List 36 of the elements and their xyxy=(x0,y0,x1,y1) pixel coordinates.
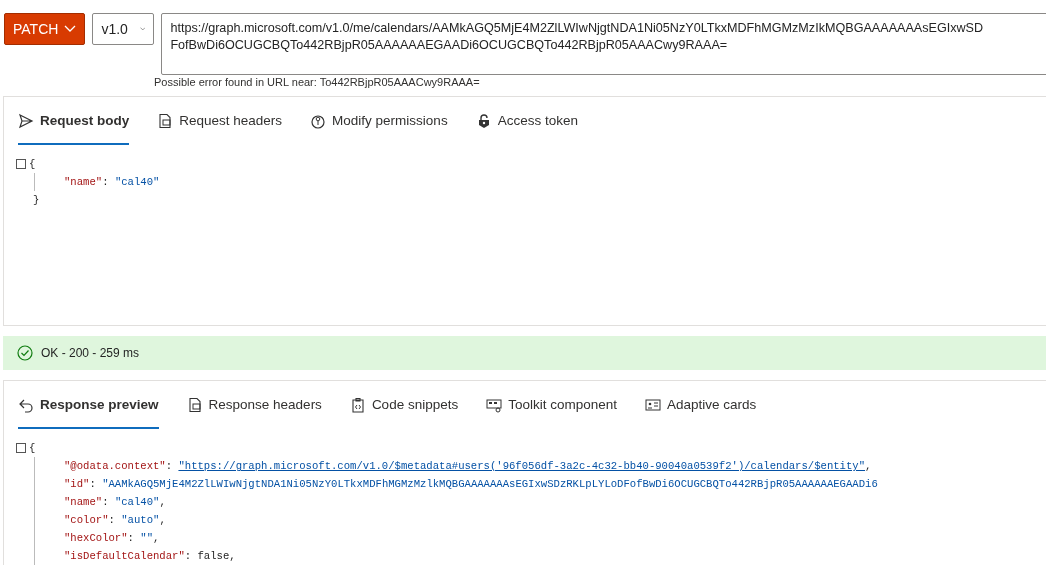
tab[interactable]: Adaptive cards xyxy=(645,381,757,430)
code-line: "isDefaultCalendar": false, xyxy=(64,549,237,565)
code-line: "color": "auto", xyxy=(64,513,167,529)
tab[interactable]: Code snippets xyxy=(349,381,459,430)
code-line: "hexColor": "", xyxy=(64,531,161,547)
code-brace: { xyxy=(29,157,36,173)
code-line: "name": "cal40" xyxy=(64,175,161,191)
code-line: "id": "AAMkAGQ5MjE4M2ZlLWIwNjgtNDA1Ni05NzY0LTkxMDFhMGMzMzlkMQBGAAAAAAAsEGIxwSDzRKLpLYLoDFofBwDi6OCUGCBQTo442RBjpR05AAAAAAEGAADi6 xyxy=(64,477,879,493)
tab[interactable]: Toolkit component xyxy=(486,381,617,430)
clipboard-icon xyxy=(349,397,366,414)
tab[interactable]: Modify permissions xyxy=(310,97,448,146)
tab[interactable]: Response headers xyxy=(186,381,322,430)
back-arrow-icon xyxy=(18,397,34,414)
code-line: "name": "cal40", xyxy=(64,495,167,511)
send-icon xyxy=(18,113,34,130)
code-brace: { xyxy=(29,441,36,457)
status-text: OK - 200 - 259 ms xyxy=(41,345,140,362)
toolkit-icon xyxy=(486,397,503,414)
tab[interactable]: Request headers xyxy=(157,97,283,146)
tab[interactable]: Access token xyxy=(475,97,578,146)
card-icon xyxy=(645,397,661,414)
version-dropdown[interactable]: v1.0 xyxy=(92,13,155,45)
url-error-hint: Possible error found in URL near: To442RBjpR05AAACwy9RAAA= xyxy=(154,75,481,89)
chevron-icon xyxy=(139,25,146,33)
tab[interactable]: Request body xyxy=(18,97,130,146)
code-brace: } xyxy=(32,193,41,209)
url-field[interactable]: https://graph.microsoft.com/v1.0/me/calendars/AAMkAGQ5MjE4M2ZlLWIwNjgtNDA1Ni05NzY0LTkxMDFhMGMzMzIkMQBGAAAAAAAsEGIxwSD FofBwDi6OCUGCBQTo442RBjpR05AAAAAAEGAADi6OCUGCBQTo442RBjpR05AAACwy9RAAA= xyxy=(161,13,1046,75)
code-line: "@odata.context": "https://graph.microsoft.com/v1.0/$metadata#users('96f056df-3a2c-4c32-bb40-90040a0539f2')/calendars/$entity", xyxy=(64,459,873,475)
document-icon xyxy=(186,397,203,414)
method-dropdown[interactable]: PATCH xyxy=(4,13,86,45)
fold-toggle[interactable] xyxy=(16,159,26,170)
document-icon xyxy=(157,113,174,130)
tab[interactable]: Response preview xyxy=(18,381,159,430)
chevron-icon xyxy=(64,25,77,33)
fold-toggle[interactable] xyxy=(16,443,26,454)
key-icon xyxy=(310,113,327,130)
